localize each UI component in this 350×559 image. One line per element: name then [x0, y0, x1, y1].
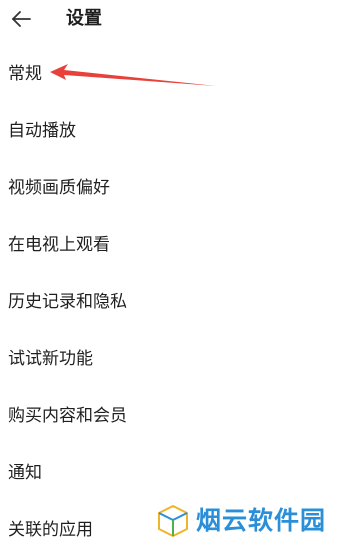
menu-item-connected-apps[interactable]: 关联的应用 [0, 502, 350, 559]
menu-item-try-new-features[interactable]: 试试新功能 [0, 331, 350, 388]
menu-item-autoplay[interactable]: 自动播放 [0, 103, 350, 160]
menu-item-history-privacy[interactable]: 历史记录和隐私 [0, 274, 350, 331]
menu-item-watch-on-tv[interactable]: 在电视上观看 [0, 217, 350, 274]
arrow-left-icon [12, 11, 31, 27]
top-bar: 设置 [0, 0, 350, 40]
menu-item-general[interactable]: 常规 [0, 46, 350, 103]
menu-item-notifications[interactable]: 通知 [0, 445, 350, 502]
back-button[interactable] [6, 4, 36, 34]
settings-menu: 常规 自动播放 视频画质偏好 在电视上观看 历史记录和隐私 试试新功能 购买内容… [0, 46, 350, 559]
page-title: 设置 [66, 8, 102, 29]
menu-item-purchases-memberships[interactable]: 购买内容和会员 [0, 388, 350, 445]
menu-item-video-quality[interactable]: 视频画质偏好 [0, 160, 350, 217]
